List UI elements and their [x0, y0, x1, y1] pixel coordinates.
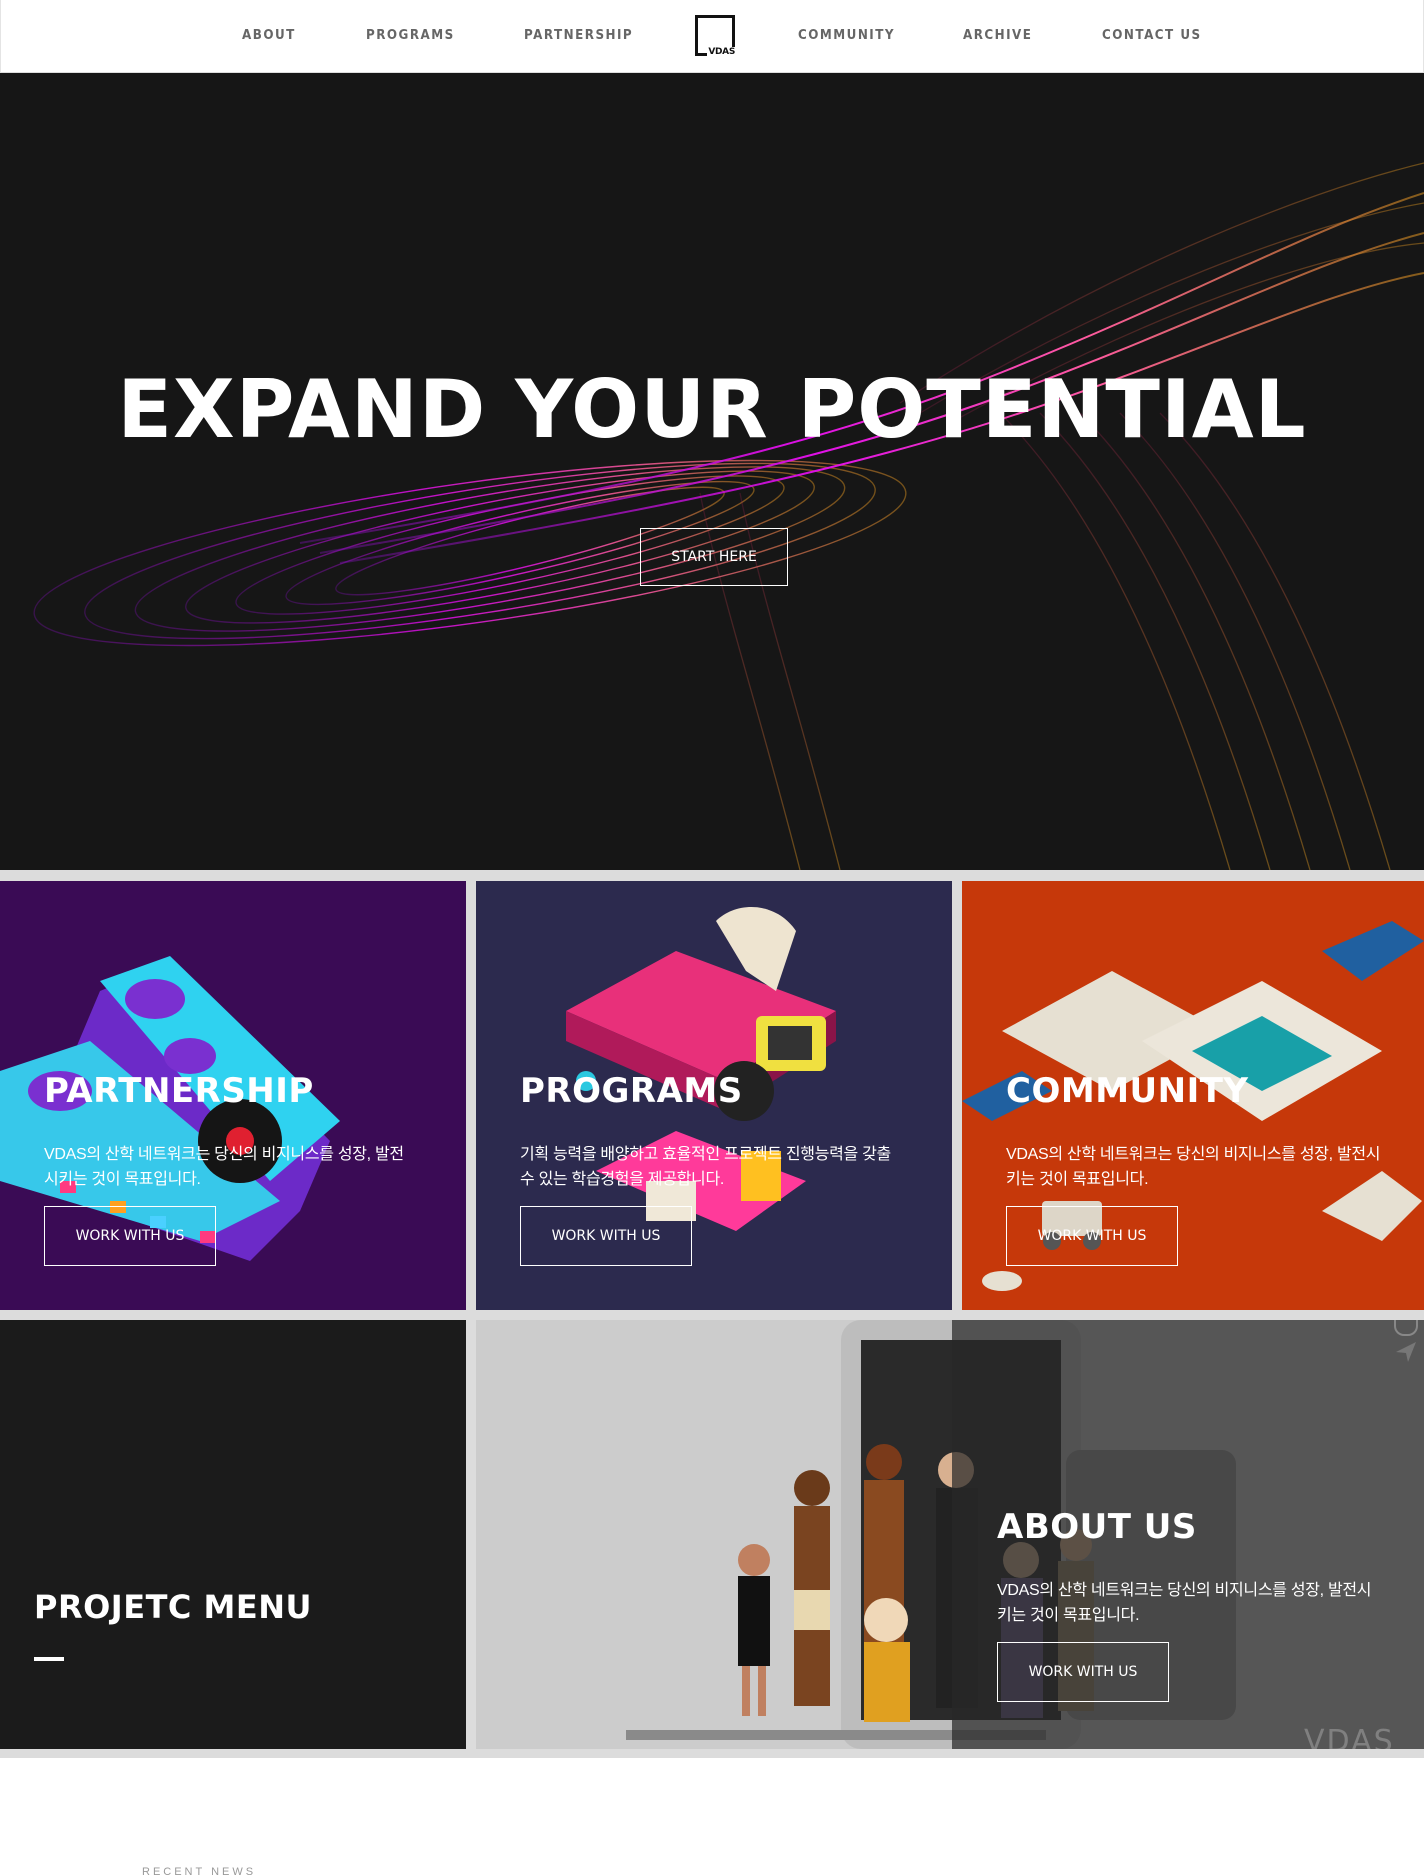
community-work-with-us-button[interactable]: WORK WITH US: [1006, 1206, 1178, 1266]
nav-contact-us[interactable]: CONTACT US: [1102, 28, 1202, 43]
about-us-title: ABOUT US: [997, 1507, 1197, 1547]
grid-gap: [952, 881, 962, 1310]
about-us-text: VDAS의 산학 네트워크는 당신의 비지니스를 성장, 발전시 키는 것이 목…: [997, 1578, 1372, 1628]
partnership-work-with-us-button[interactable]: WORK WITH US: [44, 1206, 216, 1266]
about-us-text-line1: VDAS의 산학 네트워크는 당신의 비지니스를 성장, 발전시: [997, 1582, 1372, 1599]
vdas-logo[interactable]: VDAS: [695, 15, 736, 57]
grid-gap: [0, 1749, 1424, 1758]
community-title: COMMUNITY: [1006, 1071, 1249, 1111]
community-text-line2: 키는 것이 목표입니다.: [1006, 1171, 1149, 1188]
programs-text: 기획 능력을 배양하고 효율적인 프로젝트 진행능력을 갖출 수 있는 학습경험…: [520, 1142, 891, 1192]
nav-archive[interactable]: ARCHIVE: [963, 28, 1032, 43]
grid-gap: [0, 1310, 1424, 1320]
start-here-button[interactable]: START HERE: [640, 528, 788, 586]
recent-news-section: [0, 1758, 1424, 1875]
hero-title: EXPAND YOUR POTENTIAL: [117, 363, 1307, 456]
about-us-tile[interactable]: ABOUT US VDAS의 산학 네트워크는 당신의 비지니스를 성장, 발전…: [476, 1320, 1424, 1749]
logo-text: VDAS: [707, 47, 736, 57]
partnership-tile[interactable]: PARTNERSHIP VDAS의 산학 네트워크는 당신의 비지니스를 성장,…: [0, 881, 466, 1310]
community-text: VDAS의 산학 네트워크는 당신의 비지니스를 성장, 발전시 키는 것이 목…: [1006, 1142, 1381, 1192]
project-menu-tile[interactable]: PROJETC MENU: [0, 1320, 466, 1749]
hero-light-streaks: [33, 162, 1424, 870]
vdas-watermark: VDAS: [1304, 1724, 1395, 1749]
partnership-text-line1: VDAS의 산학 네트워크는 당신의 비지니스를 성장, 발전: [44, 1146, 404, 1163]
project-menu-dash: [34, 1657, 64, 1661]
programs-text-line2: 수 있는 학습경험을 제공합니다.: [520, 1171, 725, 1188]
partnership-text-line2: 시키는 것이 목표입니다.: [44, 1171, 201, 1188]
about-us-work-with-us-button[interactable]: WORK WITH US: [997, 1642, 1169, 1702]
programs-text-line1: 기획 능력을 배양하고 효율적인 프로젝트 진행능력을 갖출: [520, 1146, 891, 1163]
recent-news-heading: RECENT NEWS: [142, 1866, 257, 1875]
nav-programs[interactable]: PROGRAMS: [366, 28, 455, 43]
community-tile[interactable]: COMMUNITY VDAS의 산학 네트워크는 당신의 비지니스를 성장, 발…: [962, 881, 1424, 1310]
partnership-title: PARTNERSHIP: [44, 1071, 314, 1111]
hero-section: EXPAND YOUR POTENTIAL START HERE: [0, 73, 1424, 870]
about-us-text-line2: 키는 것이 목표입니다.: [997, 1607, 1140, 1624]
project-menu-title: PROJETC MENU: [34, 1588, 312, 1626]
programs-title: PROGRAMS: [520, 1071, 743, 1111]
clock-icon[interactable]: [1394, 1320, 1418, 1336]
community-text-line1: VDAS의 산학 네트워크는 당신의 비지니스를 성장, 발전시: [1006, 1146, 1381, 1163]
top-navigation: ABOUT PROGRAMS PARTNERSHIP VDAS COMMUNIT…: [0, 0, 1424, 73]
programs-tile[interactable]: PROGRAMS 기획 능력을 배양하고 효율적인 프로젝트 진행능력을 갖출 …: [476, 881, 952, 1310]
programs-work-with-us-button[interactable]: WORK WITH US: [520, 1206, 692, 1266]
nav-partnership[interactable]: PARTNERSHIP: [524, 28, 633, 43]
nav-about[interactable]: ABOUT: [242, 28, 296, 43]
nav-community[interactable]: COMMUNITY: [798, 28, 895, 43]
grid-gap: [0, 870, 1424, 881]
partnership-text: VDAS의 산학 네트워크는 당신의 비지니스를 성장, 발전 시키는 것이 목…: [44, 1142, 404, 1192]
